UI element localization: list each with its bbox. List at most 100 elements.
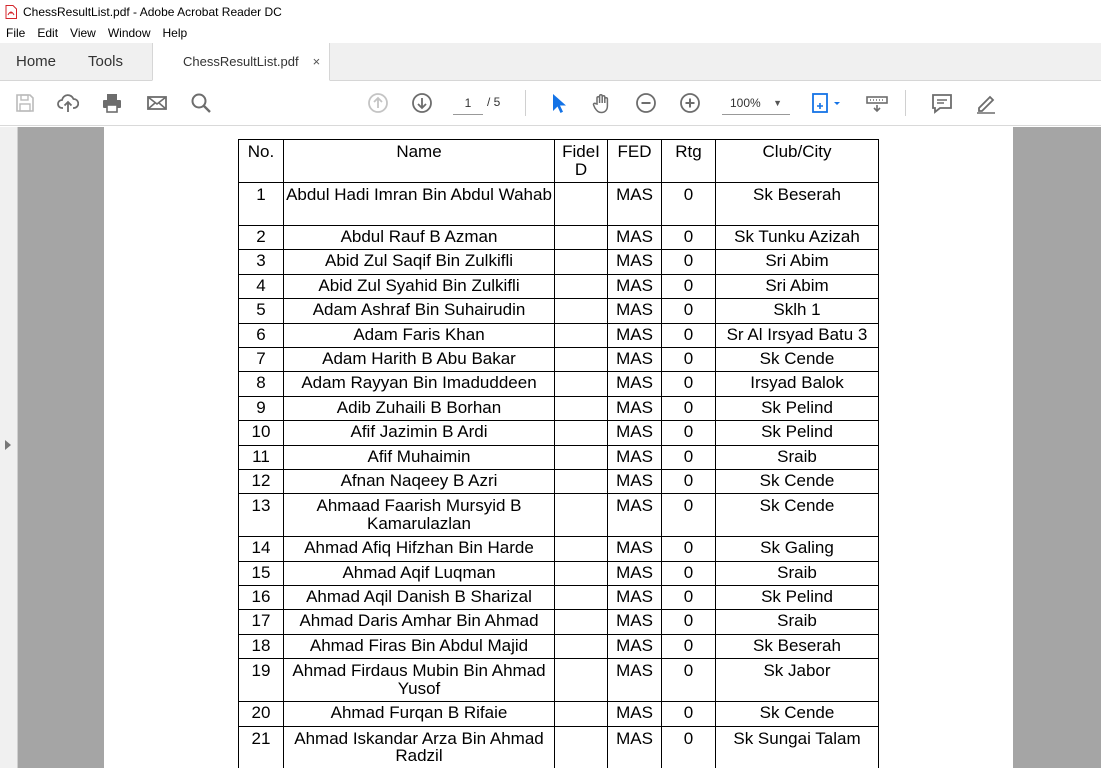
- mail-icon[interactable]: [145, 91, 169, 115]
- page-number-input[interactable]: 1: [453, 93, 483, 115]
- cell-fed: MAS: [607, 536, 662, 562]
- cell-fed: MAS: [607, 395, 662, 422]
- cell-name: Abdul Rauf B Azman: [283, 224, 555, 251]
- page-down-icon[interactable]: [410, 91, 434, 115]
- print-icon[interactable]: [100, 91, 124, 115]
- cell-rtg: 0: [661, 420, 716, 446]
- cell-no: 9: [238, 395, 284, 422]
- cell-name: Ahmad Aqil Danish B Sharizal: [283, 585, 555, 611]
- cell-rtg: 0: [661, 536, 716, 562]
- cell-name: Ahmad Furqan B Rifaie: [283, 701, 555, 727]
- cell-club: Sk Tunku Azizah: [715, 224, 879, 251]
- cell-no: 5: [238, 298, 284, 324]
- cell-club: Sk Cende: [715, 346, 879, 373]
- table-row: 20 Ahmad Furqan B Rifaie MAS 0 Sk Cende: [238, 701, 879, 727]
- cell-club: Sraib: [715, 444, 879, 470]
- cell-name: Afnan Naqeey B Azri: [283, 468, 555, 495]
- cell-fide-id: [554, 298, 608, 324]
- cell-no: 11: [238, 444, 284, 470]
- comment-icon[interactable]: [930, 91, 954, 115]
- cell-rtg: 0: [661, 609, 716, 635]
- header-name: Name: [283, 139, 555, 183]
- table-row: 7 Adam Harith B Abu Bakar MAS 0 Sk Cende: [238, 346, 879, 373]
- cell-rtg: 0: [661, 633, 716, 660]
- menu-window[interactable]: Window: [102, 26, 157, 40]
- cell-rtg: 0: [661, 701, 716, 727]
- cell-club: Sk Pelind: [715, 395, 879, 422]
- cell-rtg: 0: [661, 249, 716, 275]
- cell-fed: MAS: [607, 346, 662, 373]
- cell-fed: MAS: [607, 298, 662, 324]
- upload-icon[interactable]: [56, 91, 80, 115]
- cell-club: Irsyad Balok: [715, 371, 879, 397]
- menu-edit[interactable]: Edit: [31, 26, 64, 40]
- toolbar: 1 / 5 100% ▼: [0, 81, 1101, 126]
- cell-rtg: 0: [661, 273, 716, 300]
- header-fed: FED: [607, 139, 662, 183]
- table-row: 15 Ahmad Aqif Luqman MAS 0 Sraib: [238, 560, 879, 587]
- cell-no: 20: [238, 701, 284, 727]
- cell-rtg: 0: [661, 224, 716, 251]
- cell-club: Sk Galing: [715, 536, 879, 562]
- cell-rtg: 0: [661, 493, 716, 538]
- cell-fide-id: [554, 493, 608, 538]
- cell-fed: MAS: [607, 182, 662, 226]
- zoom-in-icon[interactable]: [678, 91, 702, 115]
- cell-no: 10: [238, 420, 284, 446]
- tab-tools[interactable]: Tools: [72, 43, 152, 80]
- cell-fed: MAS: [607, 224, 662, 251]
- menu-help[interactable]: Help: [157, 26, 194, 40]
- cell-fed: MAS: [607, 658, 662, 703]
- menu-file[interactable]: File: [0, 26, 31, 40]
- zoom-out-icon[interactable]: [634, 91, 658, 115]
- cell-rtg: 0: [661, 560, 716, 587]
- window-title: ChessResultList.pdf - Adobe Acrobat Read…: [23, 4, 282, 19]
- cell-rtg: 0: [661, 585, 716, 611]
- tab-home[interactable]: Home: [0, 43, 72, 80]
- table-row: 4 Abid Zul Syahid Bin Zulkifli MAS 0 Sri Abi…: [238, 273, 879, 300]
- cell-no: 21: [238, 725, 284, 768]
- cell-name: Ahmaad Faarish Mursyid B Kamarulazlan: [283, 493, 555, 538]
- cell-club: Sk Sungai Talam: [715, 725, 879, 768]
- keyboard-icon[interactable]: [865, 91, 889, 115]
- hand-icon[interactable]: [590, 91, 614, 115]
- navigation-pane-strip[interactable]: [0, 127, 18, 768]
- cell-name: Ahmad Iskandar Arza Bin Ahmad Radzil: [283, 725, 555, 768]
- cell-name: Adam Faris Khan: [283, 322, 555, 348]
- cell-no: 19: [238, 658, 284, 703]
- cell-no: 14: [238, 536, 284, 562]
- cell-club: Sraib: [715, 560, 879, 587]
- close-tab-icon[interactable]: ×: [313, 54, 321, 69]
- tab-document[interactable]: ChessResultList.pdf ×: [152, 43, 330, 81]
- cell-name: Abid Zul Syahid Bin Zulkifli: [283, 273, 555, 300]
- cell-fed: MAS: [607, 585, 662, 611]
- cell-rtg: 0: [661, 444, 716, 470]
- cell-no: 18: [238, 633, 284, 660]
- table-row: 10 Afif Jazimin B Ardi MAS 0 Sk Pelind: [238, 420, 879, 446]
- menu-bar: File Edit View Window Help: [0, 23, 1101, 43]
- cell-no: 8: [238, 371, 284, 397]
- select-arrow-icon[interactable]: [546, 91, 570, 115]
- cell-fide-id: [554, 560, 608, 587]
- document-workspace[interactable]: No. Name FideI D FED Rtg Club/City 1 Abdu…: [0, 127, 1101, 768]
- cell-fide-id: [554, 249, 608, 275]
- cell-name: Abid Zul Saqif Bin Zulkifli: [283, 249, 555, 275]
- page-up-icon[interactable]: [366, 91, 390, 115]
- cell-no: 1: [238, 182, 284, 226]
- fit-page-icon[interactable]: [809, 91, 845, 115]
- acrobat-pdf-icon: [4, 4, 18, 19]
- workspace-margin: [1013, 127, 1101, 768]
- table-row: 18 Ahmad Firas Bin Abdul Majid MAS 0 Sk Bese…: [238, 633, 879, 660]
- expand-pane-icon[interactable]: [5, 440, 11, 450]
- menu-view[interactable]: View: [64, 26, 102, 40]
- search-icon[interactable]: [189, 91, 213, 115]
- save-icon[interactable]: [13, 91, 37, 115]
- cell-no: 17: [238, 609, 284, 635]
- pdf-page[interactable]: No. Name FideI D FED Rtg Club/City 1 Abdu…: [104, 127, 1013, 768]
- sign-icon[interactable]: [974, 91, 998, 115]
- table-row: 19 Ahmad Firdaus Mubin Bin Ahmad Yusof MAS…: [238, 658, 879, 703]
- cell-fide-id: [554, 725, 608, 768]
- zoom-select[interactable]: 100% ▼: [722, 93, 790, 115]
- table-row: 21 Ahmad Iskandar Arza Bin Ahmad Radzil MA…: [238, 725, 879, 768]
- cell-name: Ahmad Firdaus Mubin Bin Ahmad Yusof: [283, 658, 555, 703]
